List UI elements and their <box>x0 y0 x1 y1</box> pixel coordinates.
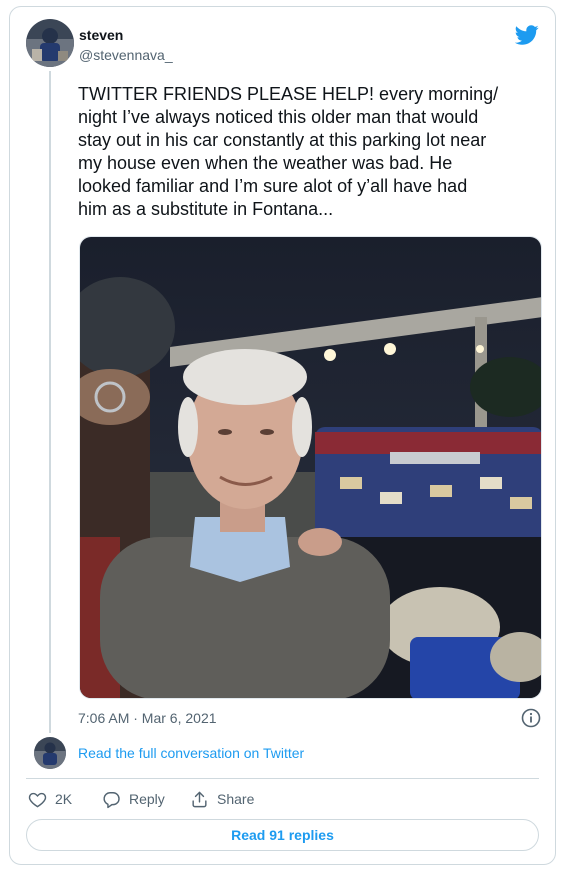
like-count: 2K <box>55 791 73 807</box>
share-icon <box>192 791 207 807</box>
tweet-timestamp[interactable]: 7:06 AM · Mar 6, 2021 <box>78 710 217 726</box>
share-button[interactable]: Share <box>190 789 254 809</box>
read-replies-button[interactable]: Read 91 replies <box>26 819 539 851</box>
author-name[interactable]: steven <box>79 27 123 43</box>
like-button[interactable]: 2K <box>28 789 72 809</box>
heart-icon <box>28 792 47 807</box>
divider <box>26 778 539 779</box>
thread-line <box>49 71 51 733</box>
share-label: Share <box>217 791 255 807</box>
avatar-image <box>26 19 74 67</box>
tweet-text: TWITTER FRIENDS PLEASE HELP! every morni… <box>78 84 499 219</box>
tweet-card: steven @stevennava_ TWITTER FRIENDS PLEA… <box>9 6 556 865</box>
author-avatar[interactable] <box>26 19 74 67</box>
tweet-photo[interactable] <box>79 236 542 699</box>
info-icon[interactable] <box>521 708 541 728</box>
reply-bubble-icon <box>103 791 120 808</box>
twitter-bird-icon[interactable] <box>514 23 539 47</box>
conversation-avatar[interactable] <box>34 737 66 769</box>
photo-image <box>80 237 541 698</box>
read-conversation-link[interactable]: Read the full conversation on Twitter <box>78 745 304 761</box>
author-handle[interactable]: @stevennava_ <box>79 47 173 63</box>
reply-button[interactable]: Reply <box>102 789 165 809</box>
reply-label: Reply <box>129 791 165 807</box>
read-replies-label: Read 91 replies <box>231 827 334 843</box>
